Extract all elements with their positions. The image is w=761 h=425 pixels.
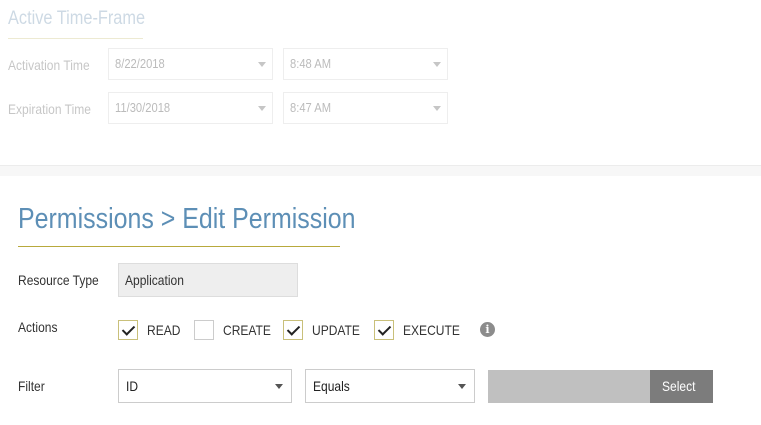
active-time-frame-section: Active Time-Frame Activation Time 8/22/2…	[0, 0, 761, 165]
update-checkbox-label[interactable]: UPDATE	[312, 322, 368, 338]
section-divider	[0, 165, 761, 176]
info-icon[interactable]: i	[480, 322, 495, 337]
resource-type-field: Application	[118, 263, 298, 297]
chevron-down-icon	[433, 106, 441, 111]
read-checkbox[interactable]	[118, 320, 138, 340]
expiration-time-label: Expiration Time	[8, 101, 91, 117]
actions-label: Actions	[18, 319, 58, 335]
update-checkbox[interactable]	[283, 320, 303, 340]
execute-checkbox[interactable]	[374, 320, 394, 340]
checkmark-icon	[377, 322, 392, 336]
checkmark-icon	[286, 322, 301, 336]
filter-label: Filter	[18, 378, 45, 394]
create-checkbox-label[interactable]: CREATE	[223, 322, 279, 338]
select-button[interactable]: Select	[650, 370, 713, 403]
filter-field-select[interactable]: ID	[118, 369, 292, 403]
activation-date-select[interactable]: 8/22/2018	[108, 48, 273, 80]
title-underline	[8, 38, 143, 39]
create-checkbox[interactable]	[194, 320, 214, 340]
expiration-time-select[interactable]: 8:47 AM	[283, 92, 448, 124]
checkmark-icon	[121, 322, 136, 336]
activation-time-label: Activation Time	[8, 57, 90, 73]
active-time-frame-title: Active Time-Frame	[8, 8, 146, 29]
page-title: Permissions > Edit Permission	[18, 203, 356, 235]
expiration-date-select[interactable]: 11/30/2018	[108, 92, 273, 124]
resource-type-label: Resource Type	[18, 272, 99, 288]
activation-time-select[interactable]: 8:48 AM	[283, 48, 448, 80]
execute-checkbox-label[interactable]: EXECUTE	[403, 322, 469, 338]
chevron-down-icon	[275, 384, 283, 389]
chevron-down-icon	[458, 384, 466, 389]
title-underline	[18, 246, 340, 247]
filter-value-input[interactable]	[488, 370, 650, 403]
read-checkbox-label[interactable]: READ	[147, 322, 186, 338]
filter-operator-select[interactable]: Equals	[305, 369, 475, 403]
chevron-down-icon	[433, 62, 441, 67]
chevron-down-icon	[258, 106, 266, 111]
chevron-down-icon	[258, 62, 266, 67]
